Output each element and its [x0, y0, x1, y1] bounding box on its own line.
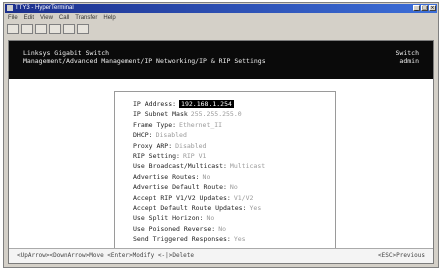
setting-value[interactable]: Disabled [156, 131, 187, 139]
properties-icon[interactable] [77, 24, 89, 34]
setting-row[interactable]: Advertise Routes: No [133, 173, 210, 181]
send-icon[interactable] [63, 24, 75, 34]
user-label: admin [399, 57, 419, 65]
menu-bar: File Edit View Call Transfer Help [8, 14, 116, 22]
setting-label: Advertise Default Route: [133, 183, 227, 192]
menu-item-5[interactable]: Help [103, 14, 115, 22]
setting-label: DHCP: [133, 131, 153, 140]
setting-value[interactable]: Yes [250, 204, 262, 212]
menu-item-1[interactable]: Edit [24, 14, 34, 22]
setting-value[interactable]: No [203, 173, 211, 181]
close-icon[interactable]: × [429, 5, 436, 11]
setting-label: Use Poisoned Reverse: [133, 224, 216, 233]
setting-row[interactable]: Proxy ARP: Disabled [133, 142, 206, 150]
setting-row[interactable]: Accept RIP V1/V2 Updates: V1/V2 [133, 194, 253, 202]
setting-label: IP Address: [133, 100, 177, 108]
new-icon[interactable] [7, 24, 19, 34]
setting-value[interactable]: No [218, 225, 226, 233]
setting-row[interactable]: Use Poisoned Reverse: No [133, 225, 226, 233]
setting-value[interactable]: No [230, 183, 238, 191]
escape-help: <ESC>Previous [378, 252, 425, 259]
system-name: Linksys Gigabit Switch [23, 49, 110, 57]
setting-row[interactable]: Frame Type: Ethernet_II [133, 121, 222, 129]
disconnect-icon[interactable] [49, 24, 61, 34]
terminal-window: TTY3 - HyperTerminal _ □ × File Edit View C… [3, 2, 439, 268]
setting-label: Send Triggered Responses: [133, 235, 231, 244]
setting-value[interactable]: Ethernet_II [179, 121, 222, 129]
terminal-screen[interactable]: Linksys Gigabit Switch Management/Advanc… [8, 40, 434, 264]
setting-label: Accept Default Route Updates: [133, 204, 247, 212]
status-bar: <UpArrow><DownArrow>Move <Enter>Modify <… [9, 248, 433, 263]
menu-item-4[interactable]: Transfer [75, 14, 97, 22]
setting-row[interactable]: Advertise Default Route: No [133, 183, 238, 191]
open-icon[interactable] [21, 24, 33, 34]
setting-row[interactable]: IP Subnet Mask 255.255.255.0 [133, 110, 242, 118]
window-controls: _ □ × [413, 5, 436, 11]
device-label: Switch [395, 49, 419, 57]
setting-value[interactable]: 192.168.1.254 [179, 100, 234, 108]
window-title: TTY3 - HyperTerminal [15, 5, 74, 11]
setting-row[interactable]: Accept Default Route Updates: Yes [133, 204, 261, 212]
setting-label: Advertise Routes: [133, 172, 200, 181]
menu-item-2[interactable]: View [40, 14, 53, 22]
connect-icon[interactable] [35, 24, 47, 34]
setting-row[interactable]: IP Address: 192.168.1.254 [133, 100, 234, 108]
setting-value[interactable]: Yes [234, 235, 246, 243]
setting-label: IP Subnet Mask [133, 110, 188, 119]
menu-item-0[interactable]: File [8, 14, 18, 22]
title-bar[interactable]: TTY3 - HyperTerminal _ □ × [5, 4, 437, 13]
menu-item-3[interactable]: Call [59, 14, 69, 22]
setting-value[interactable]: No [206, 214, 214, 222]
key-help: <UpArrow><DownArrow>Move <Enter>Modify <… [17, 252, 195, 259]
maximize-icon[interactable]: □ [421, 5, 428, 11]
setting-row[interactable]: DHCP: Disabled [133, 131, 187, 139]
setting-value[interactable]: Multicast [230, 162, 265, 170]
minimize-icon[interactable]: _ [413, 5, 420, 11]
screen-header: Linksys Gigabit Switch Management/Advanc… [9, 41, 433, 79]
setting-label: Use Broadcast/Multicast: [133, 162, 227, 171]
toolbar [7, 24, 89, 36]
setting-value[interactable]: RIP V1 [183, 152, 206, 160]
setting-label: Proxy ARP: [133, 141, 173, 150]
setting-row[interactable]: Use Broadcast/Multicast: Multicast [133, 162, 265, 170]
setting-label: Frame Type: [133, 120, 177, 129]
setting-label: Use Split Horizon: [133, 214, 204, 223]
setting-value[interactable]: Disabled [175, 142, 206, 150]
app-icon [7, 5, 13, 11]
menu-path: Management/Advanced Management/IP Networ… [23, 57, 266, 65]
setting-label: Accept RIP V1/V2 Updates: [133, 193, 231, 202]
setting-label: RIP Setting: [133, 152, 180, 160]
ip-settings-panel: IP Address: 192.168.1.254 IP Subnet Mask 25… [114, 91, 336, 249]
setting-row[interactable]: RIP Setting: RIP V1 [133, 152, 206, 160]
setting-value[interactable]: V1/V2 [234, 194, 254, 202]
setting-value[interactable]: 255.255.255.0 [191, 110, 242, 118]
setting-row[interactable]: Use Split Horizon: No [133, 214, 214, 222]
setting-row[interactable]: Send Triggered Responses: Yes [133, 235, 246, 243]
